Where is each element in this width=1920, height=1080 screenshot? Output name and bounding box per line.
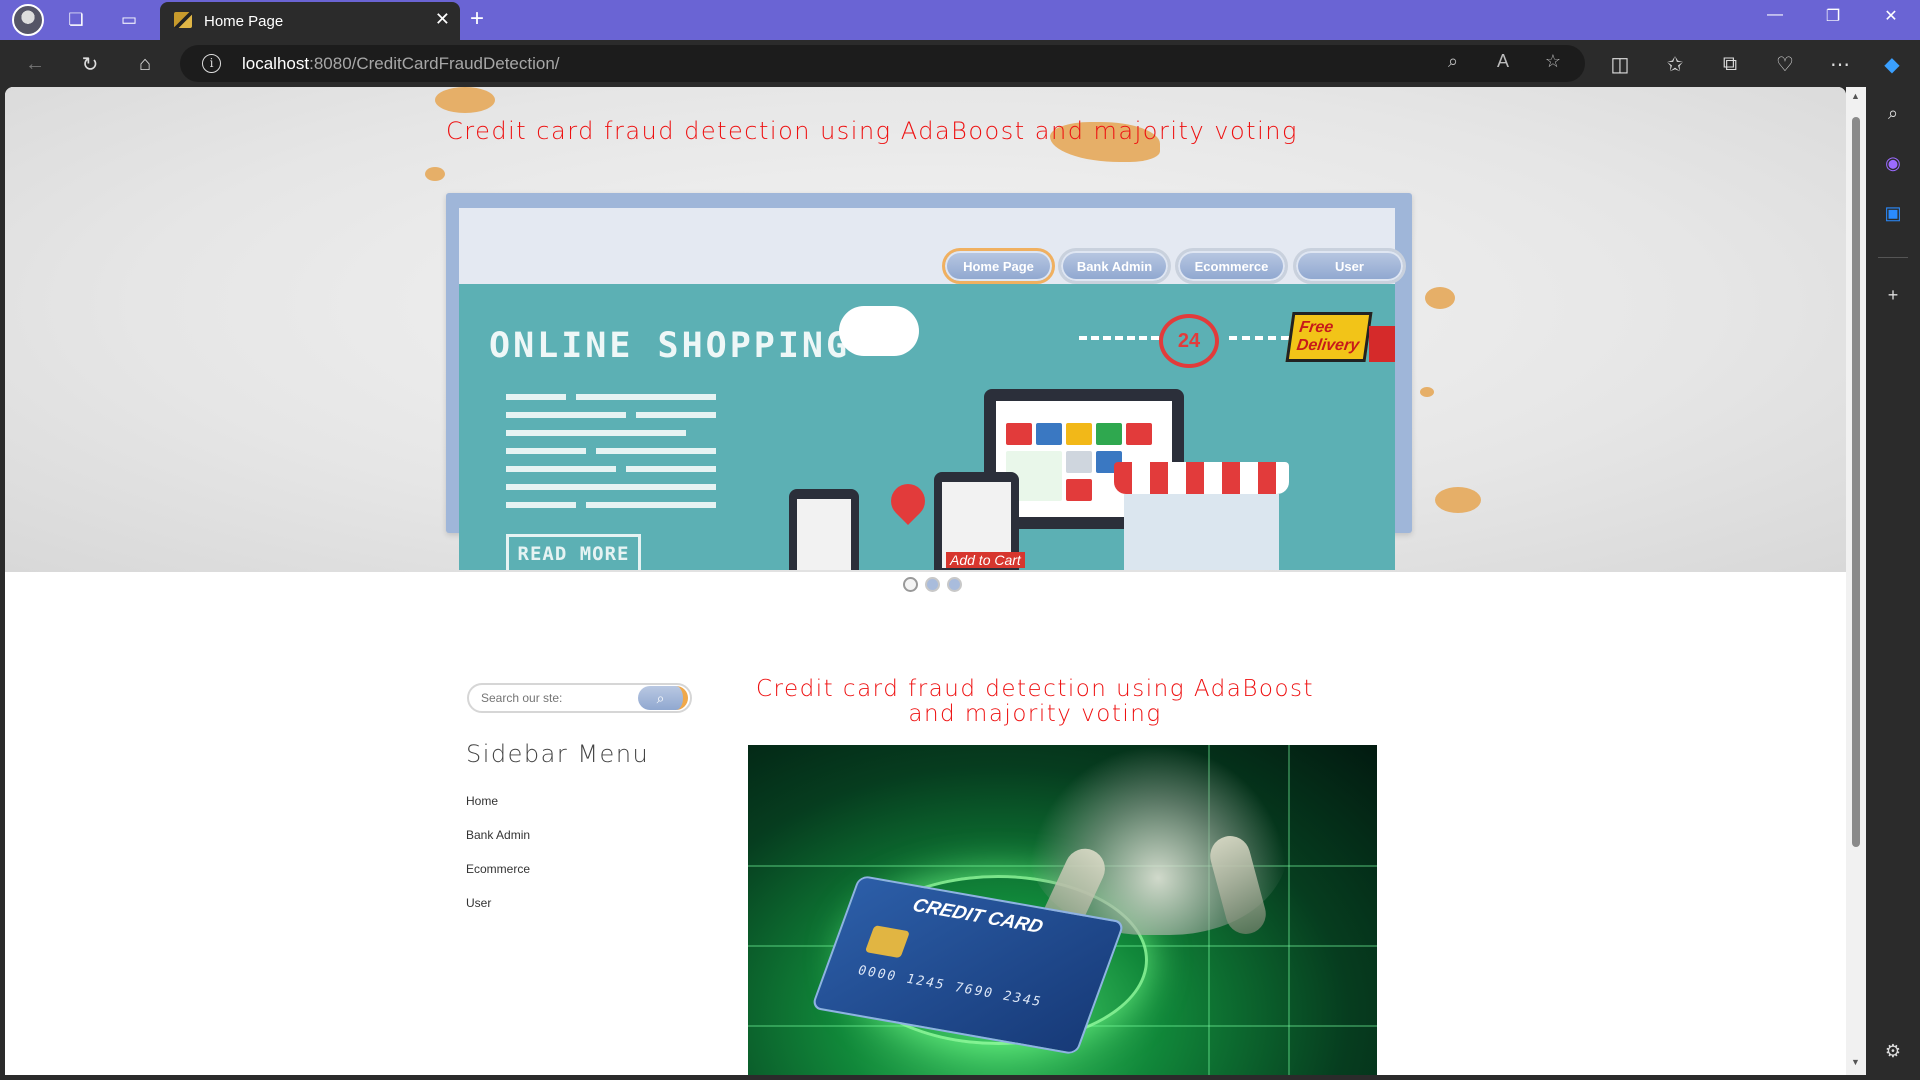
tab-home-page[interactable]: Home Page ✕ [160,2,460,40]
tab-close-icon[interactable]: ✕ [435,9,450,30]
browser-tab-strip: ❏ ▭ Home Page ✕ + — ❐ ✕ [0,0,1920,40]
site-title: Credit card fraud detection using AdaBoo… [446,117,1298,145]
page-scrollbar[interactable]: ▲ ▼ [1846,87,1866,1075]
card-number: 0000 1245 7690 2345 [855,963,1045,1011]
more-menu-icon[interactable]: ⋯ [1824,48,1856,80]
scroll-up-arrow[interactable]: ▲ [1851,91,1860,101]
favorites-icon[interactable]: ✩ [1659,48,1691,80]
sidebar-settings-icon[interactable]: ⚙ [1879,1037,1907,1065]
online-shopping-banner: ONLINE SHOPPING READ MORE 24 Free Delive… [459,284,1395,570]
new-tab-icon[interactable]: + [470,5,484,33]
cloud-icon [839,306,919,356]
sidebar-add-icon[interactable]: + [1879,281,1907,309]
sidebar-copilot-icon[interactable]: ◉ [1879,149,1907,177]
sidebar-link-bank-admin[interactable]: Bank Admin [466,828,530,842]
search-icon: ⌕ [656,689,665,706]
credit-card-hero-image: CREDIT CARD 0000 1245 7690 2345 [748,745,1377,1075]
read-more-button[interactable]: READ MORE [506,534,641,570]
slider-dot-3[interactable] [947,577,962,592]
read-aloud-icon[interactable]: A [1490,51,1516,72]
sidebar-link-user[interactable]: User [466,896,491,910]
nav-ecommerce[interactable]: Ecommerce [1175,248,1288,284]
add-to-cart-label: Add to Cart [946,552,1025,568]
home-icon[interactable]: ⌂ [129,48,161,80]
edge-sidebar: ⌕ ◉ ▣ + ⚙ [1866,87,1920,1080]
zoom-icon[interactable]: ⌕ [1440,51,1466,72]
address-bar[interactable]: i localhost:8080/CreditCardFraudDetectio… [180,45,1585,82]
search-button[interactable]: ⌕ [638,686,688,710]
sidebar-divider [1878,257,1908,258]
tab-actions-icon[interactable]: ▭ [114,6,144,34]
card-chip-icon [864,925,911,959]
sidebar-link-home[interactable]: Home [466,794,498,808]
site-favicon-icon [174,12,192,28]
content-title: Credit card fraud detection using AdaBoo… [755,676,1315,727]
sidebar-link-ecommerce[interactable]: Ecommerce [466,862,530,876]
scroll-down-arrow[interactable]: ▼ [1851,1057,1860,1067]
storefront-illustration [1114,462,1289,570]
nav-bank-admin[interactable]: Bank Admin [1058,248,1171,284]
sidebar-search-icon[interactable]: ⌕ [1879,99,1907,127]
scroll-thumb[interactable] [1852,117,1860,847]
free-delivery-label: Free Delivery [1285,312,1373,362]
slider-dots [903,577,962,592]
url-host: localhost [242,54,310,73]
refresh-icon[interactable]: ↻ [74,48,106,80]
back-icon[interactable]: ← [19,48,51,80]
nav-home-page[interactable]: Home Page [942,248,1055,284]
window-close-icon[interactable]: ✕ [1868,6,1914,26]
search-form: ⌕ [467,683,692,713]
free-delivery-truck: Free Delivery [1285,312,1395,368]
sidebar-menu-title: Sidebar Menu [466,740,650,768]
split-screen-icon[interactable]: ◫ [1604,48,1636,80]
browser-toolbar: ← ↻ ⌂ i localhost:8080/CreditCardFraudDe… [0,40,1920,87]
search-input[interactable] [481,691,631,705]
restore-icon[interactable]: ❐ [1810,6,1856,26]
copilot-icon[interactable]: ◆ [1876,48,1908,80]
site-info-icon[interactable]: i [202,54,221,73]
url-text[interactable]: localhost:8080/CreditCardFraudDetection/ [242,54,560,74]
profile-avatar[interactable] [12,4,44,36]
minimize-icon[interactable]: — [1752,6,1798,24]
24-hours-badge: 24 [1159,314,1219,368]
workspaces-icon[interactable]: ❏ [61,6,91,34]
slider-dot-1[interactable] [903,577,918,592]
browser-essentials-icon[interactable]: ♡ [1769,48,1801,80]
collections-icon[interactable]: ⧉ [1714,48,1746,80]
tablet-illustration [789,489,859,570]
map-pin-icon [883,476,933,526]
page-viewport: Credit card fraud detection using AdaBoo… [5,87,1846,1075]
url-path: :8080/CreditCardFraudDetection/ [309,54,560,73]
tab-title: Home Page [204,13,284,30]
favorite-star-icon[interactable]: ☆ [1540,51,1566,72]
banner-heading: ONLINE SHOPPING [489,326,851,366]
nav-user[interactable]: User [1293,248,1406,284]
sidebar-outlook-icon[interactable]: ▣ [1879,199,1907,227]
slider-dot-2[interactable] [925,577,940,592]
